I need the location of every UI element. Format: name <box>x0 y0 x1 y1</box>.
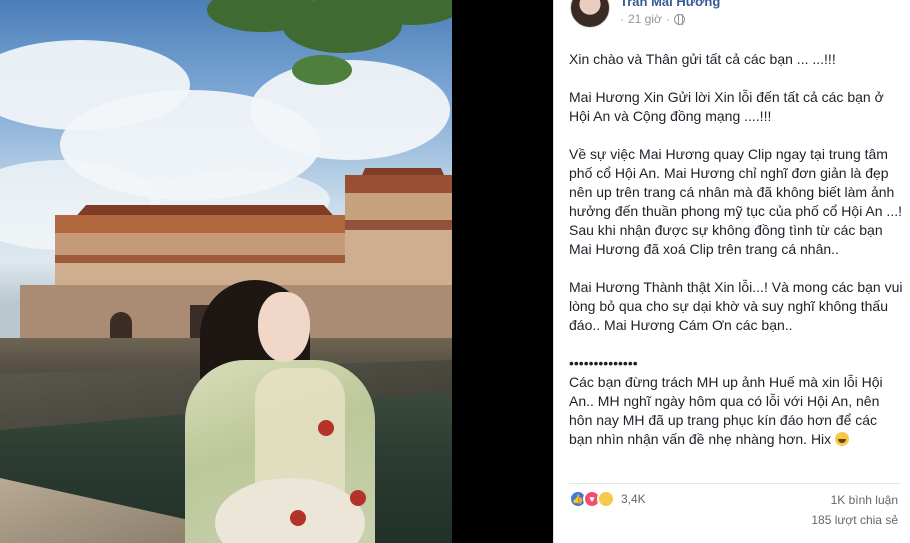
post-paragraph: Xin chào và Thân gửi tất cả các bạn ... … <box>569 51 836 67</box>
tree-branch <box>207 0 452 85</box>
divider <box>569 483 901 484</box>
post-photo[interactable] <box>0 0 452 543</box>
post-body: Xin chào và Thân gửi tất cả các bạn ... … <box>569 50 904 449</box>
globe-icon[interactable] <box>673 13 685 25</box>
author-name[interactable]: Trần Mai Hương <box>620 0 720 9</box>
reactions-summary[interactable]: 👍 ♥ 3,4K <box>569 490 646 508</box>
pavilion <box>55 215 355 285</box>
post-paragraph: Sau khi nhận được sự không đồng tình từ … <box>569 222 883 257</box>
post-paragraph: Về sự việc Mai Hương quay Clip ngay tại … <box>569 146 902 219</box>
woman-face <box>258 292 310 362</box>
post-meta: · 21 giờ · <box>620 12 685 26</box>
meta-separator: · <box>620 12 624 26</box>
post-paragraph: Mai Hương Thành thật Xin lỗi...! Và mong… <box>569 279 903 333</box>
reaction-count[interactable]: 3,4K <box>621 492 646 506</box>
post-paragraph-final: Các bạn đừng trách MH up ảnh Huế mà xin … <box>569 373 904 449</box>
dress-flower <box>318 420 334 436</box>
share-count[interactable]: 185 lượt chia sẻ <box>811 513 898 527</box>
tower <box>345 175 452 285</box>
dress-flower <box>350 490 366 506</box>
post-panel: Trần Mai Hương · 21 giờ · Xin chào và Th… <box>553 0 910 543</box>
haha-icon[interactable] <box>597 490 615 508</box>
meta-separator: · <box>665 12 670 26</box>
dress-flower <box>290 510 306 526</box>
comment-count[interactable]: 1K bình luận <box>831 493 898 507</box>
post-separator: •••••••••••••• <box>569 355 638 371</box>
laughing-emoji-icon <box>835 432 850 446</box>
post-time[interactable]: 21 giờ <box>628 12 662 26</box>
post-paragraph: Mai Hương Xin Gửi lời Xin lỗi đến tất cả… <box>569 89 884 124</box>
avatar[interactable] <box>570 0 610 28</box>
